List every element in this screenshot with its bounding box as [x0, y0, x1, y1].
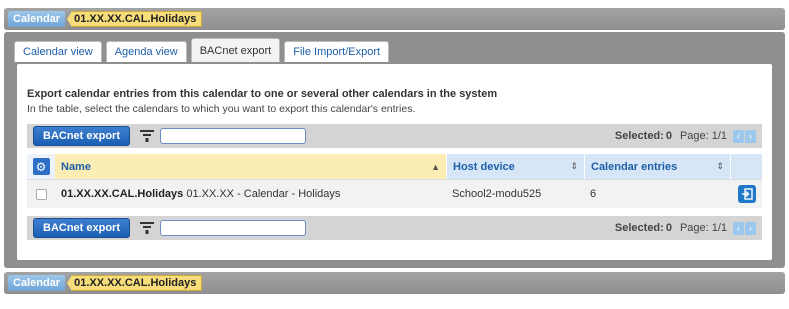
toolbar-bottom: BACnet export Selected: 0 Page: 1/1 ‹ ›	[27, 216, 762, 240]
column-actions	[730, 154, 762, 179]
filter-icon[interactable]	[140, 221, 155, 235]
tab-bar: Calendar view Agenda view BACnet export …	[14, 38, 390, 62]
filter-input[interactable]	[160, 128, 307, 144]
prev-page-icon[interactable]: ‹	[733, 129, 744, 143]
selected-label: Selected:	[614, 130, 664, 142]
navigate-icon[interactable]	[738, 185, 756, 203]
sort-icon: ⇕	[570, 161, 578, 171]
selected-label: Selected:	[614, 222, 664, 234]
column-entries-label: Calendar entries	[591, 160, 678, 173]
breadcrumb-root[interactable]: Calendar	[8, 11, 66, 27]
gear-icon[interactable]: ⚙	[32, 158, 50, 175]
page-label: Page:	[679, 222, 709, 234]
cell-host-device: School2-modu525	[452, 188, 542, 200]
tab-file-import-export[interactable]: File Import/Export	[284, 41, 390, 62]
page-title: Export calendar entries from this calend…	[27, 88, 498, 100]
row-checkbox[interactable]	[27, 188, 55, 200]
column-name[interactable]: Name ▲	[55, 154, 446, 179]
selected-count: 0	[665, 130, 672, 142]
page-value: 1/1	[711, 130, 727, 142]
pager: ‹ ›	[733, 221, 756, 235]
cell-calendar-entries: 6	[590, 188, 597, 200]
page-label: Page:	[679, 130, 709, 142]
column-host-label: Host device	[453, 160, 515, 173]
sort-ascending-icon: ▲	[431, 161, 440, 172]
bacnet-export-button[interactable]: BACnet export	[33, 218, 131, 238]
next-page-icon[interactable]: ›	[745, 129, 756, 143]
next-page-icon[interactable]: ›	[745, 221, 756, 235]
page-value: 1/1	[711, 222, 727, 234]
prev-page-icon[interactable]: ‹	[733, 221, 744, 235]
column-host-device[interactable]: Host device ⇕	[446, 154, 584, 179]
bacnet-export-button[interactable]: BACnet export	[33, 126, 131, 146]
filter-icon[interactable]	[140, 129, 155, 143]
breadcrumb: Calendar 01.XX.XX.CAL.Holidays	[4, 8, 785, 30]
breadcrumb: Calendar 01.XX.XX.CAL.Holidays	[4, 272, 785, 294]
pager: ‹ ›	[733, 129, 756, 143]
calendar-description: 01.XX.XX - Calendar - Holidays	[183, 188, 341, 200]
cell-action	[730, 185, 762, 203]
selected-count: 0	[665, 222, 672, 234]
breadcrumb-root[interactable]: Calendar	[8, 275, 66, 291]
toolbar-top: BACnet export Selected: 0 Page: 1/1 ‹ ›	[27, 124, 762, 148]
table-header: ⚙ Name ▲ Host device ⇕ Calendar entries …	[27, 154, 762, 180]
breadcrumb-current: 01.XX.XX.CAL.Holidays	[72, 11, 203, 27]
breadcrumb-current: 01.XX.XX.CAL.Holidays	[72, 275, 203, 291]
calendar-name: 01.XX.XX.CAL.Holidays	[61, 188, 184, 200]
column-name-label: Name	[61, 160, 91, 173]
tab-agenda-view[interactable]: Agenda view	[105, 41, 187, 62]
toolbar-status: Selected: 0 Page: 1/1 ‹ ›	[614, 129, 756, 143]
column-calendar-entries[interactable]: Calendar entries ⇕	[584, 154, 730, 179]
tab-content: Export calendar entries from this calend…	[17, 64, 772, 260]
cell-name: 01.XX.XX.CAL.Holidays 01.XX.XX - Calenda…	[55, 188, 446, 200]
toolbar-status: Selected: 0 Page: 1/1 ‹ ›	[614, 221, 756, 235]
tab-bacnet-export[interactable]: BACnet export	[190, 38, 281, 62]
filter-input[interactable]	[160, 220, 307, 236]
column-settings: ⚙	[27, 154, 55, 179]
tab-calendar-view[interactable]: Calendar view	[14, 41, 102, 62]
page-description: In the table, select the calendars to wh…	[27, 103, 416, 115]
sort-icon: ⇕	[716, 161, 724, 171]
table-row: 01.XX.XX.CAL.Holidays 01.XX.XX - Calenda…	[27, 180, 762, 208]
